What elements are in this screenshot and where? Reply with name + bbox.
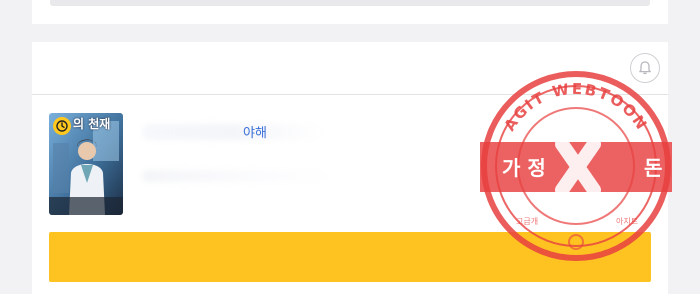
previous-card-bar xyxy=(50,0,650,6)
thumbnail-title: 의 천재 xyxy=(73,117,111,131)
previous-card xyxy=(32,0,668,24)
read-button[interactable] xyxy=(49,232,651,282)
webtoon-title-fragment[interactable]: 야해 xyxy=(243,122,267,141)
bell-icon xyxy=(639,61,651,75)
notification-button[interactable] xyxy=(630,53,660,83)
clock-icon xyxy=(56,120,68,132)
webtoon-thumbnail[interactable]: 의 천재 xyxy=(49,113,123,215)
blurred-title xyxy=(142,124,322,140)
blurred-subtitle xyxy=(142,170,332,182)
update-badge xyxy=(53,117,71,135)
card-header xyxy=(32,42,668,95)
